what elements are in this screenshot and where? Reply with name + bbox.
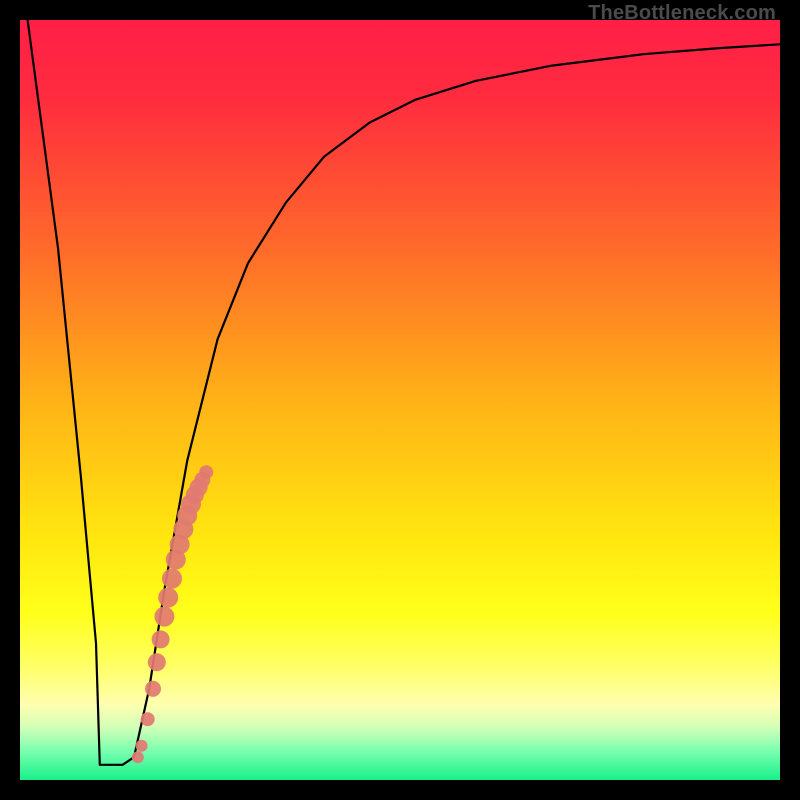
highlight-dot (136, 740, 148, 752)
highlight-dot (141, 712, 155, 726)
highlight-dot (199, 465, 213, 479)
highlight-dot (148, 653, 166, 671)
highlight-dot (162, 569, 182, 589)
highlight-dot (158, 588, 178, 608)
highlight-dot (154, 607, 174, 627)
highlight-dot (152, 630, 170, 648)
plot-area (20, 20, 780, 780)
chart-frame: TheBottleneck.com (0, 0, 800, 800)
gradient-rect (20, 20, 780, 780)
watermark-text: TheBottleneck.com (588, 2, 776, 25)
highlight-dot (132, 751, 144, 763)
plot-svg (20, 20, 780, 780)
highlight-dot (145, 681, 161, 697)
